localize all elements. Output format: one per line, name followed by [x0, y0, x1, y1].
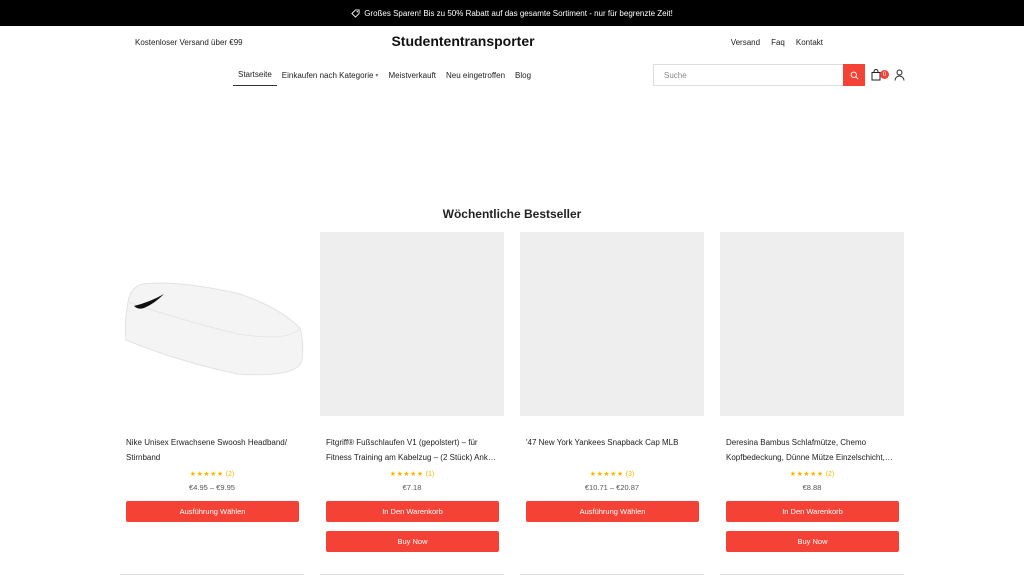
main-nav: Startseite Einkaufen nach Kategorie ▾ Mei… [233, 64, 536, 86]
divider [720, 574, 904, 575]
tag-icon [351, 8, 360, 18]
divider [120, 574, 304, 575]
review-count: (2) [225, 471, 235, 478]
nav-label: Einkaufen nach Kategorie [281, 70, 374, 80]
product-image[interactable] [120, 232, 304, 416]
nav-item-meistverkauft[interactable]: Meistverkauft [383, 64, 441, 86]
product-rating: ★★★★★ (2) [720, 470, 904, 478]
select-options-button[interactable]: Ausführung Wählen [126, 501, 299, 522]
link-kontakt[interactable]: Kontakt [796, 38, 823, 47]
nav-label: Neu eingetroffen [446, 70, 506, 80]
star-rating-icon: ★★★★★ [389, 471, 424, 478]
product-card: Fitgriff® Fußschlaufen V1 (gepolstert) –… [320, 232, 504, 576]
product-title[interactable]: '47 New York Yankees Snapback Cap MLB [526, 435, 698, 465]
add-to-cart-button[interactable]: In Den Warenkorb [726, 501, 899, 522]
headband-image [124, 282, 304, 376]
product-card: '47 New York Yankees Snapback Cap MLB ★★… [520, 232, 704, 576]
section-title: Wöchentliche Bestseller [442, 207, 582, 221]
review-count: (3) [625, 471, 635, 478]
search-box [653, 64, 865, 86]
buy-now-button[interactable]: Buy Now [326, 531, 499, 552]
nav-label: Startseite [238, 70, 272, 79]
select-options-button[interactable]: Ausführung Wählen [526, 501, 699, 522]
nav-item-einkaufen-nach-kategorie[interactable]: Einkaufen nach Kategorie ▾ [277, 64, 384, 86]
product-card: Deresina Bambus Schlafmütze, Chemo Kopfb… [720, 232, 904, 576]
search-input[interactable] [654, 65, 843, 85]
link-versand[interactable]: Versand [731, 38, 760, 47]
product-price: €4.95 – €9.95 [189, 483, 235, 492]
add-to-cart-button[interactable]: In Den Warenkorb [326, 501, 499, 522]
product-title[interactable]: Deresina Bambus Schlafmütze, Chemo Kopfb… [726, 435, 898, 465]
nav-label: Blog [515, 70, 532, 80]
product-title[interactable]: Fitgriff® Fußschlaufen V1 (gepolstert) –… [326, 435, 498, 465]
product-image[interactable] [320, 232, 504, 416]
star-rating-icon: ★★★★★ [789, 471, 824, 478]
buy-now-button[interactable]: Buy Now [726, 531, 899, 552]
product-price: €8.88 [802, 483, 822, 492]
nav-item-neu-eingetroffen[interactable]: Neu eingetroffen [441, 64, 510, 86]
search-icon [850, 71, 858, 79]
search-button[interactable] [843, 64, 865, 86]
product-image[interactable] [720, 232, 904, 416]
product-price: €10.71 – €20.87 [584, 483, 640, 492]
nav-item-startseite[interactable]: Startseite [233, 64, 277, 86]
product-rating: ★★★★★ (1) [320, 470, 504, 478]
chevron-down-icon: ▾ [375, 72, 379, 79]
link-faq[interactable]: Faq [771, 38, 785, 47]
product-price: €7.18 [402, 483, 422, 492]
product-rating: ★★★★★ (3) [520, 470, 704, 478]
review-count: (2) [825, 471, 835, 478]
star-rating-icon: ★★★★★ [189, 471, 224, 478]
review-count: (1) [425, 471, 435, 478]
product-rating: ★★★★★ (2) [120, 470, 304, 478]
product-image[interactable] [520, 232, 704, 416]
top-links: Versand Faq Kontakt [731, 38, 823, 47]
divider [320, 574, 504, 575]
product-grid: Nike Unisex Erwachsene Swoosh Headband/ … [120, 232, 904, 576]
announcement-text: Großes Sparen! Bis zu 50% Rabatt auf das… [364, 8, 673, 18]
user-icon[interactable] [894, 69, 905, 81]
cart-count-badge: 0 [880, 70, 889, 79]
star-rating-icon: ★★★★★ [589, 471, 624, 478]
announcement-bar: Großes Sparen! Bis zu 50% Rabatt auf das… [0, 0, 1024, 26]
nav-item-blog[interactable]: Blog [510, 64, 536, 86]
product-title[interactable]: Nike Unisex Erwachsene Swoosh Headband/ … [126, 435, 298, 465]
product-card: Nike Unisex Erwachsene Swoosh Headband/ … [120, 232, 304, 576]
divider [520, 574, 704, 575]
nav-label: Meistverkauft [388, 70, 437, 80]
